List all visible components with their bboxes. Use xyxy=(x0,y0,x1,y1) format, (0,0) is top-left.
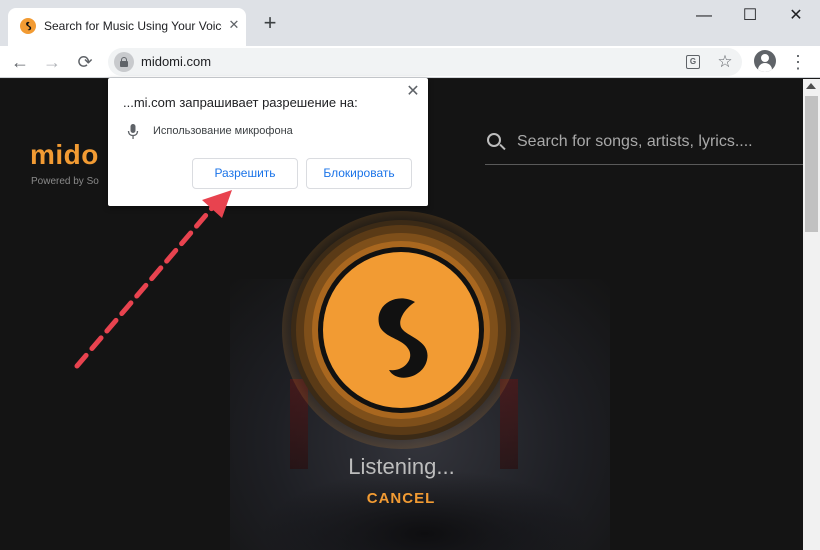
annotation-arrow xyxy=(74,190,232,369)
